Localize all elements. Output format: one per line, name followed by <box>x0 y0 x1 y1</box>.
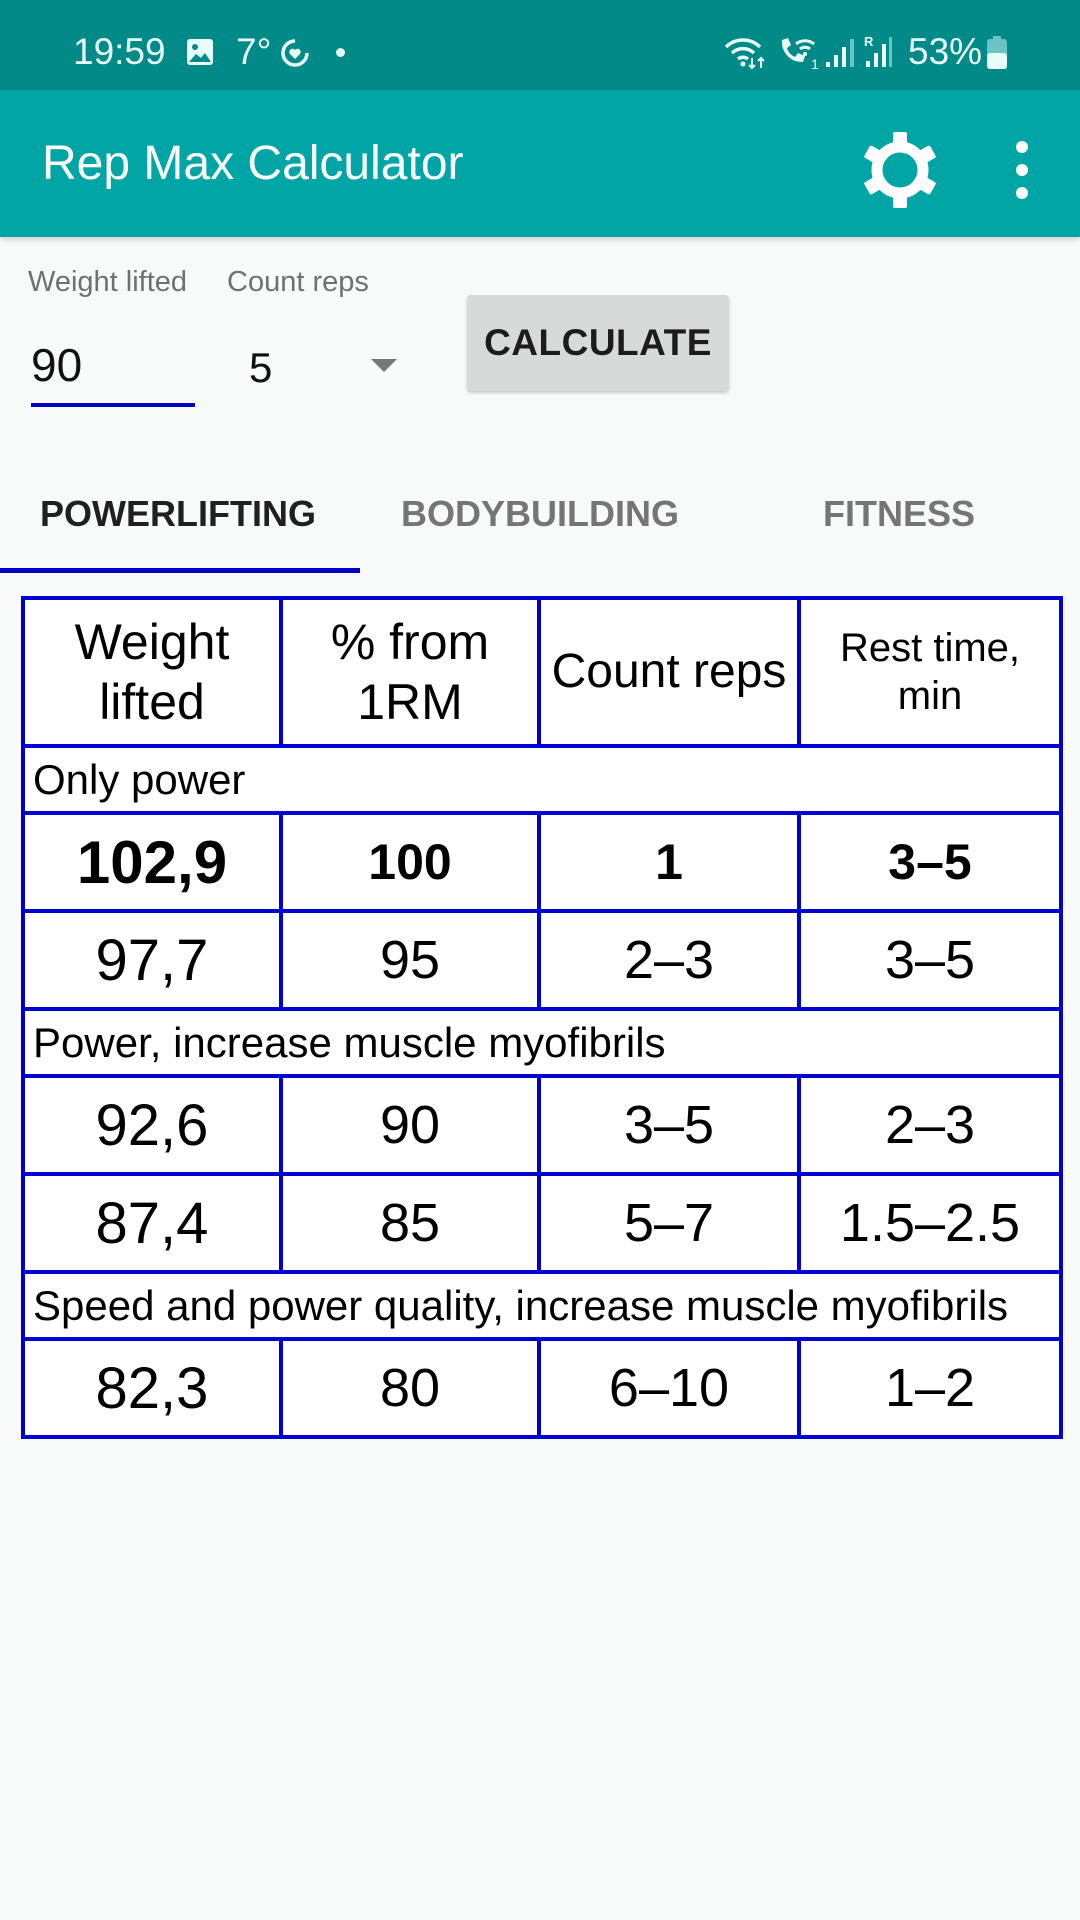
cell-reps: 1 <box>537 811 801 913</box>
reps-dropdown[interactable]: 5 <box>225 330 415 400</box>
gear-icon[interactable] <box>858 128 942 212</box>
cell-percent: 90 <box>279 1074 541 1176</box>
cell-weight: 97,7 <box>21 909 283 1011</box>
cell-percent: 80 <box>279 1337 541 1439</box>
group-title: Speed and power quality, increase muscle… <box>21 1270 1063 1341</box>
table-row: 92,6 90 3–5 2–3 <box>21 1074 1063 1176</box>
health-ring-icon <box>281 39 309 67</box>
cell-rest-time: 3–5 <box>797 909 1063 1011</box>
notification-dot-icon <box>336 48 345 57</box>
group-title: Only power <box>21 744 1063 815</box>
cell-reps: 3–5 <box>537 1074 801 1176</box>
tab-powerlifting[interactable]: POWERLIFTING <box>40 494 316 534</box>
header-weight-lifted: Weight lifted <box>21 596 283 748</box>
table-group-row: Power, increase muscle myofibrils <box>21 1007 1063 1078</box>
table-row: 97,7 95 2–3 3–5 <box>21 909 1063 1011</box>
header-count-reps: Count reps <box>537 596 801 748</box>
svg-text:R: R <box>864 34 874 49</box>
svg-text:1: 1 <box>811 56 819 70</box>
table-row: 102,9 100 1 3–5 <box>21 811 1063 913</box>
cell-percent: 100 <box>279 811 541 913</box>
tab-fitness[interactable]: FITNESS <box>823 494 975 534</box>
cell-reps: 5–7 <box>537 1172 801 1274</box>
table-header-row: Weight lifted % from 1RM Count reps Rest… <box>21 596 1063 748</box>
battery-percent: 53% <box>908 31 983 72</box>
cell-percent: 85 <box>279 1172 541 1274</box>
rep-max-table: Weight lifted % from 1RM Count reps Rest… <box>21 596 1063 1439</box>
reps-label: Count reps <box>227 266 369 298</box>
calculate-button[interactable]: CALCULATE <box>467 295 729 391</box>
header-percent-1rm: % from 1RM <box>279 596 541 748</box>
weight-input[interactable]: 90 <box>31 340 82 390</box>
cell-weight: 92,6 <box>21 1074 283 1176</box>
status-temperature: 7° <box>236 31 272 72</box>
cell-weight: 82,3 <box>21 1337 283 1439</box>
status-time: 19:59 <box>73 31 166 72</box>
cell-reps: 2–3 <box>537 909 801 1011</box>
group-title: Power, increase muscle myofibrils <box>21 1007 1063 1078</box>
roaming-signal-icon: R <box>864 34 892 67</box>
wifi-data-icon <box>724 38 765 70</box>
wifi-calling-icon: 1 <box>781 38 819 70</box>
signal-icon <box>826 39 854 67</box>
table-row: 87,4 85 5–7 1.5–2.5 <box>21 1172 1063 1274</box>
cell-rest-time: 3–5 <box>797 811 1063 913</box>
table-group-row: Speed and power quality, increase muscle… <box>21 1270 1063 1341</box>
reps-value: 5 <box>249 344 273 391</box>
cell-rest-time: 2–3 <box>797 1074 1063 1176</box>
app-title: Rep Max Calculator <box>42 137 464 190</box>
cell-reps: 6–10 <box>537 1337 801 1439</box>
weight-input-underline <box>31 403 195 407</box>
cell-rest-time: 1.5–2.5 <box>797 1172 1063 1274</box>
cell-weight: 102,9 <box>21 811 283 913</box>
image-icon <box>187 39 213 65</box>
weight-label: Weight lifted <box>28 266 188 298</box>
app-bar: Rep Max Calculator <box>0 90 1080 237</box>
table-group-row: Only power <box>21 744 1063 815</box>
cell-rest-time: 1–2 <box>797 1337 1063 1439</box>
status-bar: 19:59 7° 1 R 53% <box>0 0 1080 90</box>
table-row: 82,3 80 6–10 1–2 <box>21 1337 1063 1439</box>
more-vert-icon[interactable] <box>1010 138 1034 202</box>
cell-weight: 87,4 <box>21 1172 283 1274</box>
cell-percent: 95 <box>279 909 541 1011</box>
header-rest-time: Rest time, min <box>797 596 1063 748</box>
chevron-down-icon <box>371 359 397 372</box>
tab-bodybuilding[interactable]: BODYBUILDING <box>401 494 679 534</box>
tab-indicator <box>0 568 360 573</box>
battery-icon <box>987 36 1007 69</box>
